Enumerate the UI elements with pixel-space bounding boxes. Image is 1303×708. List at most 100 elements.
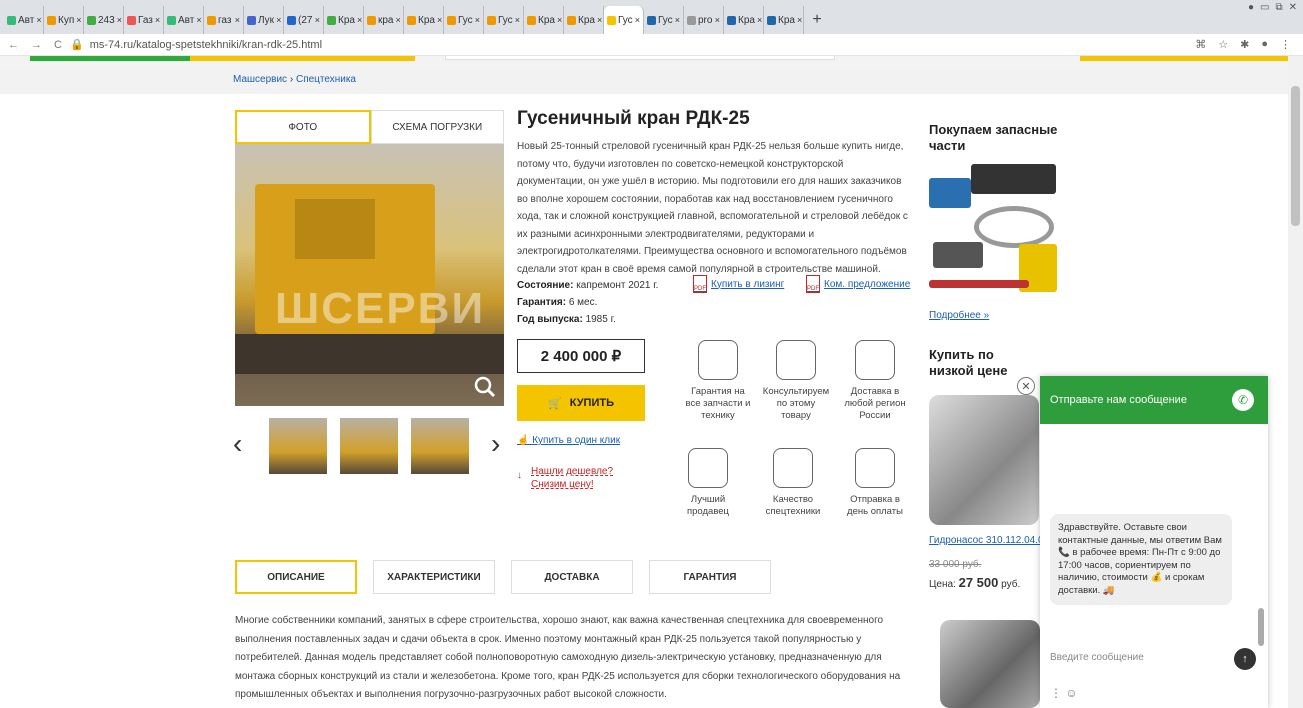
- tab-warranty[interactable]: ГАРАНТИЯ: [649, 560, 771, 594]
- close-tab-icon[interactable]: ×: [117, 15, 122, 25]
- offer-link[interactable]: PDF Ком. предложение: [806, 275, 910, 293]
- profile-icon[interactable]: ●: [1248, 2, 1254, 13]
- url-field[interactable]: ms-74.ru/katalog-spetstekhniki/kran-rdk-…: [90, 39, 322, 51]
- zoom-icon[interactable]: [474, 376, 498, 400]
- part-image[interactable]: [940, 620, 1040, 708]
- browser-tab[interactable]: 243 ×: [84, 6, 124, 34]
- browser-tab[interactable]: Гус ×: [644, 6, 684, 34]
- close-tab-icon[interactable]: ×: [36, 15, 41, 25]
- browser-tab[interactable]: pro ×: [684, 6, 724, 34]
- leasing-link[interactable]: PDF Купить в лизинг: [693, 275, 784, 293]
- browser-tab[interactable]: Авт ×: [164, 6, 204, 34]
- favicon-icon: [7, 15, 16, 25]
- feature-item: Отправка в день оплаты: [840, 448, 910, 518]
- forward-button[interactable]: →: [31, 39, 42, 51]
- close-tab-icon[interactable]: ×: [675, 15, 680, 25]
- tab-characteristics[interactable]: ХАРАКТЕРИСТИКИ: [373, 560, 495, 594]
- browser-tab[interactable]: Лук ×: [244, 6, 284, 34]
- translate-icon[interactable]: ⌘: [1195, 38, 1206, 51]
- browser-tab-label: Гус: [498, 14, 513, 26]
- close-tab-icon[interactable]: ×: [76, 15, 81, 25]
- restore-button[interactable]: ⧉: [1275, 2, 1282, 13]
- browser-tab[interactable]: Гус ×: [604, 6, 644, 34]
- one-click-buy-link[interactable]: ☝ Купить в один клик: [517, 435, 620, 446]
- chevron-left-icon[interactable]: ‹: [233, 428, 242, 460]
- thumbnail-2[interactable]: [340, 418, 398, 474]
- close-tab-icon[interactable]: ×: [757, 15, 762, 25]
- breadcrumb-current[interactable]: Спецтехника: [296, 74, 356, 85]
- more-link[interactable]: Подробнее »: [929, 310, 989, 321]
- browser-tab[interactable]: Кра ×: [404, 6, 444, 34]
- close-tab-icon[interactable]: ×: [557, 15, 562, 25]
- back-button[interactable]: ←: [8, 39, 19, 51]
- header-stripe: [0, 56, 1290, 66]
- close-tab-icon[interactable]: ×: [597, 15, 602, 25]
- browser-tab[interactable]: Гус ×: [484, 6, 524, 34]
- browser-tab-label: Кра: [338, 14, 355, 26]
- close-tab-icon[interactable]: ×: [357, 15, 362, 25]
- close-tab-icon[interactable]: ×: [797, 15, 802, 25]
- product-specs: Состояние: капремонт 2021 г. Гарантия: 6…: [517, 277, 658, 328]
- found-cheaper-link[interactable]: ↓ Нашли дешевле? Снизим цену!: [517, 465, 613, 491]
- browser-tab-label: Кра: [418, 14, 435, 26]
- chevron-right-icon[interactable]: ›: [491, 428, 500, 460]
- close-tab-icon[interactable]: ×: [315, 15, 320, 25]
- close-tab-icon[interactable]: ×: [715, 15, 720, 25]
- browser-tab[interactable]: Кра ×: [724, 6, 764, 34]
- emoji-icon[interactable]: ⋮ ☺: [1050, 686, 1078, 700]
- minimize-button[interactable]: ▭: [1260, 2, 1269, 13]
- browser-tab[interactable]: Авт ×: [4, 6, 44, 34]
- browser-tab-label: Куп: [58, 14, 75, 26]
- close-chat-button[interactable]: ✕: [1017, 377, 1035, 395]
- close-tab-icon[interactable]: ×: [437, 15, 442, 25]
- scrollbar-thumb[interactable]: [1291, 86, 1300, 226]
- extensions-icon[interactable]: ✱: [1240, 38, 1249, 51]
- thumbnail-1[interactable]: [269, 418, 327, 474]
- product-link[interactable]: Гидронасос 310.112.04.06: [929, 535, 1049, 546]
- chat-scrollbar[interactable]: [1258, 608, 1264, 646]
- pump-image[interactable]: [929, 395, 1039, 525]
- close-tab-icon[interactable]: ×: [155, 15, 160, 25]
- product-photo[interactable]: ШСЕРВИ: [235, 144, 504, 406]
- browser-tab[interactable]: Куп ×: [44, 6, 84, 34]
- close-tab-icon[interactable]: ×: [475, 15, 480, 25]
- spec-warranty: Гарантия: 6 мес.: [517, 297, 598, 308]
- buy-button[interactable]: 🛒 КУПИТЬ: [517, 385, 645, 421]
- reload-button[interactable]: C: [54, 39, 62, 51]
- tab-delivery[interactable]: ДОСТАВКА: [511, 560, 633, 594]
- close-tab-icon[interactable]: ×: [196, 15, 201, 25]
- send-icon[interactable]: ↑: [1234, 648, 1256, 670]
- browser-tab[interactable]: Газ ×: [124, 6, 164, 34]
- close-tab-icon[interactable]: ×: [396, 15, 401, 25]
- close-tab-icon[interactable]: ×: [276, 15, 281, 25]
- feature-label: Качество спецтехники: [765, 494, 821, 517]
- browser-tab[interactable]: Кра ×: [764, 6, 804, 34]
- browser-tab[interactable]: газ ×: [204, 6, 244, 34]
- browser-tab[interactable]: Кра ×: [564, 6, 604, 34]
- browser-tab[interactable]: Кра ×: [324, 6, 364, 34]
- browser-tab[interactable]: (27 ×: [284, 6, 324, 34]
- thumbnail-3[interactable]: [411, 418, 469, 474]
- close-tab-icon[interactable]: ×: [515, 15, 520, 25]
- phone-icon[interactable]: ✆: [1232, 389, 1254, 411]
- tab-photo[interactable]: ФОТО: [235, 110, 371, 144]
- browser-tab-label: Кра: [578, 14, 595, 26]
- bookmark-star-icon[interactable]: ☆: [1218, 38, 1228, 51]
- tab-loading-scheme[interactable]: СХЕМА ПОГРУЗКИ: [370, 110, 504, 144]
- close-tab-icon[interactable]: ×: [635, 15, 640, 25]
- browser-tab[interactable]: кра ×: [364, 6, 404, 34]
- page-scrollbar[interactable]: [1288, 56, 1303, 708]
- parts-image[interactable]: [929, 158, 1059, 304]
- avatar[interactable]: ●: [1261, 38, 1268, 51]
- low-price-title: Купить по низкой цене: [929, 347, 1008, 378]
- close-tab-icon[interactable]: ×: [235, 15, 240, 25]
- browser-tab[interactable]: Гус ×: [444, 6, 484, 34]
- tab-description[interactable]: ОПИСАНИЕ: [235, 560, 357, 594]
- new-tab-button[interactable]: +: [804, 6, 830, 34]
- breadcrumb-home[interactable]: Машсервис: [233, 74, 287, 85]
- menu-icon[interactable]: ⋮: [1280, 38, 1291, 51]
- chat-input[interactable]: Введите сообщение: [1050, 652, 1144, 663]
- window-controls: ● ▭ ⧉ ✕: [1248, 2, 1297, 13]
- close-window-button[interactable]: ✕: [1289, 2, 1297, 13]
- browser-tab[interactable]: Кра ×: [524, 6, 564, 34]
